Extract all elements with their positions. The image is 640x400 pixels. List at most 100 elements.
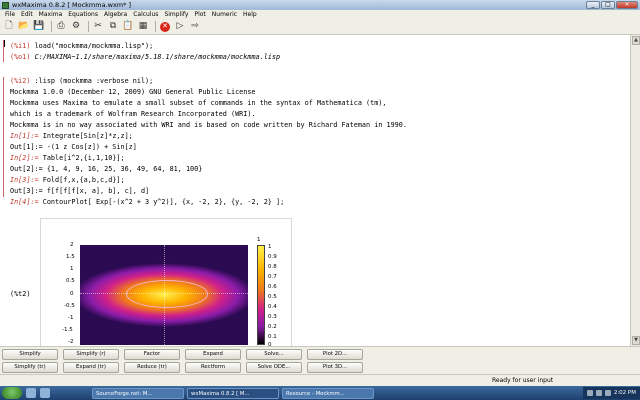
new-icon[interactable]: 🗋 (3, 21, 15, 33)
taskbar-item-resource[interactable]: Resource - Mockmm... (282, 387, 374, 399)
quick-launch-icon[interactable] (40, 388, 50, 398)
y-tick-label: 0.5 (66, 278, 75, 284)
colorbar-tick: 0.2 (268, 324, 277, 330)
input-line[interactable]: (%i1) load("mockmma/mockmma.lisp"); (10, 42, 153, 50)
select-all-icon[interactable]: ▦ (137, 21, 149, 33)
output-text: which is a trademark of Wolfram Research… (10, 110, 256, 118)
stop-icon: ✕ (160, 21, 170, 32)
status-bar: Ready for user input (0, 374, 640, 386)
system-tray: 2:02 PM (582, 387, 640, 399)
output-line: (%o1) C:/MAXIMA~1.1/share/maxima/5.18.1/… (10, 53, 280, 61)
cut-icon[interactable]: ✂ (92, 21, 104, 33)
output-text: Out[3]:= f[f[f[f[x, a], b], c], d] (10, 187, 150, 195)
taskbar-item-sourceforge[interactable]: SourceForge.net: M... (92, 387, 184, 399)
menu-numeric[interactable]: Numeric (212, 11, 237, 18)
solve-button[interactable]: Solve... (246, 349, 302, 360)
input-label: In[4]:= (10, 198, 39, 206)
y-tick-label: -0.5 (64, 303, 75, 309)
colorbar-tick: 0.7 (268, 274, 277, 280)
tray-volume-icon[interactable] (595, 390, 602, 396)
output-text: Mockmma 1.0.0 (December 12, 2009) GNU Ge… (10, 88, 256, 96)
play-icon[interactable]: ▷ (174, 21, 186, 33)
reduce-tr-button[interactable]: Reduce (tr) (124, 362, 180, 373)
input-label: (%i1) (10, 42, 31, 50)
input-line[interactable]: In[1]:= Integrate[Sin[z]*z,z]; (10, 132, 133, 140)
y-tick-label: -1 (68, 315, 74, 321)
copy-icon[interactable]: ⧉ (107, 21, 119, 33)
menu-equations[interactable]: Equations (68, 11, 98, 18)
colorbar (257, 245, 265, 345)
colorbar-title: 1 (257, 237, 261, 243)
colorbar-tick: 0.1 (268, 334, 277, 340)
factor-button[interactable]: Factor (124, 349, 180, 360)
y-tick-label: 2 (70, 242, 74, 248)
input-line[interactable]: In[4]:= ContourPlot[ Exp[-(x^2 + 3 y^2)]… (10, 198, 284, 206)
tray-network-icon[interactable] (586, 390, 593, 396)
command-text: Integrate[Sin[z]*z,z]; (38, 132, 133, 140)
output-text: Out[1]:= -(1 z Cos[z]) + Sin[z] (10, 143, 137, 151)
menu-file[interactable]: File (5, 11, 15, 18)
output-text: Mockmma uses Maxima to emulate a small s… (10, 99, 387, 107)
wxmaxima-app-icon[interactable] (2, 1, 9, 9)
start-button[interactable] (2, 387, 22, 399)
input-line[interactable]: (%i2) :lisp (mockmma :verbose nil); (10, 77, 153, 85)
menu-maxima[interactable]: Maxima (39, 11, 63, 18)
colorbar-tick: 0.8 (268, 264, 277, 270)
quick-launch-icon[interactable] (26, 388, 36, 398)
simplify-r-button[interactable]: Simplify (r) (63, 349, 119, 360)
toolbar: 🗋 📂 💾 ⎙ ⚙ ✂ ⧉ 📋 ▦ ✕ ▷ ⇨ (0, 19, 640, 35)
simplify-button[interactable]: Simplify (2, 349, 58, 360)
solve-ode-button[interactable]: Solve ODE... (246, 362, 302, 373)
simplify-tr-button[interactable]: Simplify (tr) (2, 362, 58, 373)
open-icon[interactable]: 📂 (18, 21, 30, 33)
button-panel: Simplify Simplify (r) Factor Expand Solv… (0, 346, 640, 374)
density-plot-area (80, 245, 248, 345)
input-label: In[3]:= (10, 176, 39, 184)
output-text: C:/MAXIMA~1.1/share/maxima/5.18.1/share/… (30, 53, 281, 61)
menu-edit[interactable]: Edit (21, 11, 33, 18)
worksheet[interactable]: (%i1) load("mockmma/mockmma.lisp"); (%o1… (0, 35, 630, 346)
save-icon[interactable]: 💾 (33, 21, 45, 33)
colorbar-tick: 0.4 (268, 304, 277, 310)
taskbar-item-wxmaxima[interactable]: wxMaxima 0.8.2 [ M... (187, 387, 279, 399)
y-tick-label: -2 (68, 339, 74, 345)
print-icon[interactable]: ⎙ (55, 21, 67, 33)
minimize-icon[interactable]: _ (586, 0, 600, 9)
clock[interactable]: 2:02 PM (614, 390, 636, 396)
contour-plot[interactable]: 2 1.5 1 0.5 0 -0.5 -1 -1.5 -2 1 1 0.9 0.… (40, 218, 292, 346)
expand-tr-button[interactable]: Expand (tr) (63, 362, 119, 373)
menu-help[interactable]: Help (243, 11, 257, 18)
taskbar: SourceForge.net: M... wxMaxima 0.8.2 [ M… (0, 386, 640, 400)
output-label: (%o1) (10, 53, 31, 61)
menu-plot[interactable]: Plot (194, 11, 205, 18)
command-text: Table[i^2,{i,1,10}]; (38, 154, 125, 162)
window-controls: _ □ × (585, 0, 638, 10)
maximize-icon[interactable]: □ (601, 0, 615, 9)
menu-algebra[interactable]: Algebra (104, 11, 127, 18)
menu-calculus[interactable]: Calculus (133, 11, 158, 18)
input-line[interactable]: In[3]:= Fold[f,x,{a,b,c,d}]; (10, 176, 125, 184)
input-label: In[2]:= (10, 154, 39, 162)
menu-simplify[interactable]: Simplify (164, 11, 188, 18)
paste-icon[interactable]: 📋 (122, 21, 134, 33)
status-text: Ready for user input (492, 377, 554, 384)
close-icon[interactable]: × (616, 0, 638, 9)
plot-3d-button[interactable]: Plot 3D... (307, 362, 363, 373)
tray-app-icon[interactable] (604, 390, 611, 396)
input-line[interactable]: In[2]:= Table[i^2,{i,1,10}]; (10, 154, 125, 162)
colorbar-tick: 0.5 (268, 294, 277, 300)
cell-bracket[interactable] (3, 40, 4, 62)
expand-button[interactable]: Expand (185, 349, 241, 360)
scroll-up-icon[interactable]: ▲ (632, 36, 640, 45)
play-all-icon[interactable]: ⇨ (189, 21, 201, 33)
preferences-icon[interactable]: ⚙ (70, 21, 82, 33)
menu-bar: File Edit Maxima Equations Algebra Calcu… (0, 10, 640, 19)
stop-button[interactable]: ✕ (159, 21, 171, 33)
cell-bracket[interactable] (3, 77, 4, 197)
vertical-scrollbar[interactable]: ▲ ▼ (630, 35, 640, 346)
plot-2d-button[interactable]: Plot 2D... (307, 349, 363, 360)
scroll-down-icon[interactable]: ▼ (632, 336, 640, 345)
rectform-button[interactable]: Rectform (185, 362, 241, 373)
toolbar-separator (51, 21, 52, 32)
output-text: Out[2]:= {1, 4, 9, 16, 25, 36, 49, 64, 8… (10, 165, 203, 173)
